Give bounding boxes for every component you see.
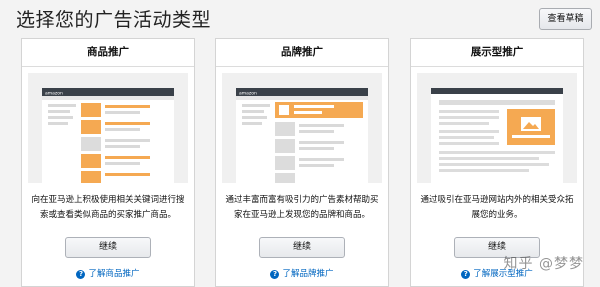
continue-button-sponsored-products[interactable]: 继续 xyxy=(65,237,151,258)
help-icon: ? xyxy=(270,270,280,279)
sponsored-display-illustration xyxy=(417,73,577,183)
learn-more-label: 了解商品推广 xyxy=(88,269,140,279)
sponsored-brands-illustration: amazon xyxy=(222,73,382,183)
card-title: 商品推广 xyxy=(22,39,194,67)
card-sponsored-display: 展示型推广 通过吸引在亚马逊网站内外的相关受众拓展您的业务。 继续 ? 了解展示… xyxy=(410,38,584,287)
card-title: 展示型推广 xyxy=(411,39,583,67)
learn-more-label: 了解品牌推广 xyxy=(282,269,334,279)
card-title: 品牌推广 xyxy=(216,39,388,67)
help-icon: ? xyxy=(76,270,86,279)
amazon-logo-text: amazon xyxy=(45,92,63,97)
card-description: 通过吸引在亚马逊网站内外的相关受众拓展您的业务。 xyxy=(420,195,574,220)
help-icon: ? xyxy=(461,270,471,279)
view-drafts-button[interactable]: 查看草稿 xyxy=(539,8,592,30)
card-sponsored-products: 商品推广 amazon 向在亚马逊上积极使用相关关键词进行搜索或查看类似商品的买… xyxy=(21,38,195,287)
page-title: 选择您的广告活动类型 xyxy=(16,9,212,31)
card-sponsored-brands: 品牌推广 amazon 通过丰富而富有吸引力的广告素材帮助买家在亚马逊上发现您的… xyxy=(215,38,389,287)
card-description: 向在亚马逊上积极使用相关关键词进行搜索或查看类似商品的买家推广商品。 xyxy=(31,195,185,220)
card-description: 通过丰富而富有吸引力的广告素材帮助买家在亚马逊上发现您的品牌和商品。 xyxy=(225,195,379,220)
learn-more-link-sponsored-products[interactable]: ? 了解商品推广 xyxy=(22,267,194,279)
continue-button-sponsored-brands[interactable]: 继续 xyxy=(259,237,345,258)
sponsored-products-illustration: amazon xyxy=(28,73,188,183)
watermark: 知乎 @梦梦 xyxy=(503,256,584,272)
campaign-type-cards: 商品推广 amazon 向在亚马逊上积极使用相关关键词进行搜索或查看类似商品的买… xyxy=(21,38,596,287)
learn-more-link-sponsored-brands[interactable]: ? 了解品牌推广 xyxy=(216,267,388,279)
amazon-logo-text: amazon xyxy=(239,92,257,97)
